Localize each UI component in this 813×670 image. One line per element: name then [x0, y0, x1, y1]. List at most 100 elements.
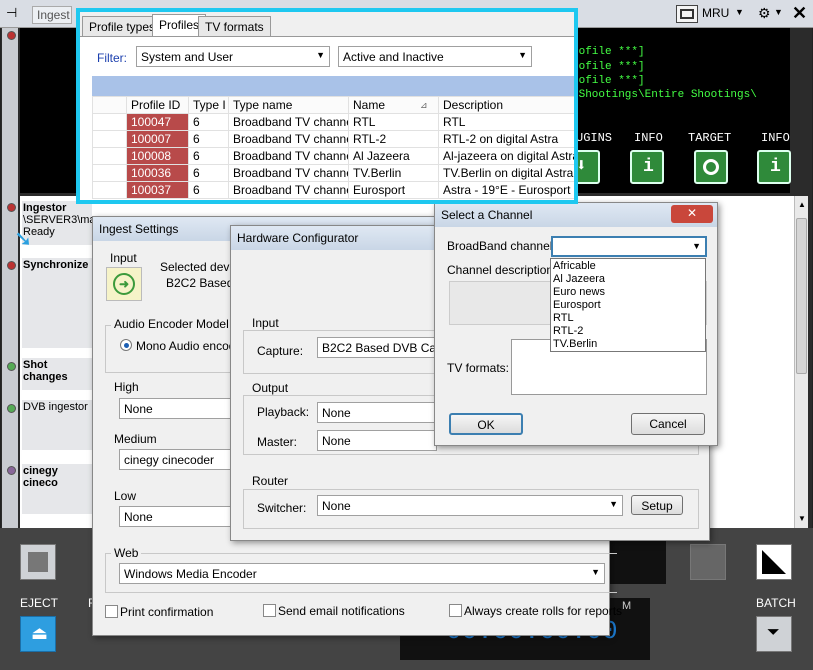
filter-status-select[interactable]: Active and Inactive ▼	[338, 46, 532, 67]
description-cell: RTL	[438, 113, 574, 131]
table-row[interactable]: 100037 6 Broadband TV channe Eurosport Astra…	[92, 181, 574, 199]
stop-icon	[28, 552, 48, 572]
layout-icon[interactable]	[676, 5, 698, 23]
description-cell: Astra - 19°E - Eurosport	[438, 181, 574, 199]
low-label: Low	[111, 489, 140, 503]
row-dvb-ingestor[interactable]: DVB ingestor	[22, 400, 92, 450]
tab-profile-types[interactable]: Profile types	[82, 16, 163, 36]
high-select[interactable]: None	[119, 398, 231, 419]
stop-button[interactable]	[20, 544, 56, 580]
tab-ingest[interactable]: Ingest	[32, 6, 72, 24]
broadband-channels-dropdown: Africable Al Jazeera Euro news Eurosport…	[550, 258, 706, 352]
capture-select[interactable]: B2C2 Based DVB Captur	[317, 337, 437, 358]
tab-tv-formats[interactable]: TV formats	[198, 16, 271, 36]
table-row[interactable]: 100008 6 Broadband TV channe Al Jazeera Al-j…	[92, 147, 574, 165]
table-row[interactable]: 100047 6 Broadband TV channe RTL RTL	[92, 113, 574, 131]
switcher-select[interactable]: None ▼	[317, 495, 623, 516]
column-description[interactable]: Description	[438, 96, 574, 114]
list-item[interactable]: Eurosport	[551, 299, 705, 312]
cancel-button[interactable]: Cancel	[631, 413, 705, 435]
row-header-corner	[92, 96, 127, 114]
print-confirmation-checkbox[interactable]	[105, 605, 118, 618]
split-icon	[762, 550, 786, 574]
close-button[interactable]: ✕	[671, 205, 713, 223]
settings-icon[interactable]: ⚙	[758, 5, 771, 22]
eject-button[interactable]: ⏏	[20, 616, 56, 652]
scroll-down-icon[interactable]: ▼	[798, 514, 806, 523]
scroll-up-icon[interactable]: ▲	[798, 200, 806, 209]
profile-id-cell: 100008	[126, 147, 189, 165]
playback-label: Playback:	[257, 405, 310, 419]
description-cell: TV.Berlin on digital Astra	[438, 164, 574, 182]
low-select[interactable]: None	[119, 506, 231, 527]
column-type-id[interactable]: Type I	[188, 96, 229, 114]
setup-button[interactable]: Setup	[631, 495, 683, 515]
row-ingestor[interactable]: Ingestor \SERVER3\ma Ready	[22, 201, 96, 245]
master-label: Master:	[257, 435, 298, 449]
medium-label: Medium	[111, 432, 160, 446]
name-cell: Al Jazeera	[348, 147, 439, 165]
scrollbar[interactable]: ▲ ▼	[794, 196, 808, 528]
arrow-pointer-icon: ➘	[14, 226, 33, 251]
column-type-name[interactable]: Type name	[228, 96, 349, 114]
disabled-button	[690, 544, 726, 580]
status-dot	[7, 404, 16, 413]
log-line: \Shootings\Entire Shootings\	[572, 89, 757, 101]
status-dot	[7, 31, 16, 40]
close-icon[interactable]: ✕	[792, 3, 807, 24]
log-line: rofile ***]	[572, 61, 645, 73]
send-email-checkbox[interactable]	[263, 604, 276, 617]
type-name-cell: Broadband TV channe	[228, 130, 349, 148]
chevron-down-icon: ▼	[609, 499, 618, 509]
ok-button[interactable]: OK	[449, 413, 523, 435]
name-cell: RTL-2	[348, 130, 439, 148]
row-shot-changes[interactable]: Shot changes	[22, 358, 92, 390]
table-header: Profile ID Type I Type name Name Descrip…	[92, 96, 574, 114]
select-channel-dialog: Select a Channel ✕ BroadBand channels: ▼…	[434, 202, 718, 446]
playback-select[interactable]: None	[317, 402, 437, 423]
high-label: High	[111, 380, 142, 394]
list-item[interactable]: Africable	[551, 260, 705, 273]
type-id-cell: 6	[188, 113, 229, 131]
column-profile-id[interactable]: Profile ID	[126, 96, 189, 114]
list-item[interactable]: RTL-2	[551, 325, 705, 338]
filter-status-value: Active and Inactive	[343, 50, 444, 64]
list-item[interactable]: TV.Berlin	[551, 338, 705, 351]
info-button[interactable]: i	[630, 150, 664, 184]
row-synchronize[interactable]: Synchronize	[22, 258, 92, 348]
target-icon	[703, 159, 719, 175]
eject-label: EJECT	[20, 596, 59, 610]
mono-audio-radio[interactable]	[120, 339, 132, 351]
list-item[interactable]: Euro news	[551, 286, 705, 299]
batch-button[interactable]: ⏷	[756, 616, 792, 652]
filter-owner-select[interactable]: System and User ▼	[136, 46, 330, 67]
table-row[interactable]: 100007 6 Broadband TV channe RTL-2 RTL-2 on …	[92, 130, 574, 148]
pin-icon[interactable]: ⊣	[6, 5, 17, 21]
list-item[interactable]: RTL	[551, 312, 705, 325]
always-create-checkbox[interactable]	[449, 604, 462, 617]
broadband-channels-select[interactable]: ▼	[551, 236, 707, 257]
table-row[interactable]: 100036 6 Broadband TV channe TV.Berlin TV.Be…	[92, 164, 574, 182]
eject-icon: ⏏	[31, 623, 49, 643]
target-button[interactable]	[694, 150, 728, 184]
mru-chevron-down-icon[interactable]: ▼	[735, 7, 744, 17]
profiles-window: Profile types Profiles TV formats Filter…	[76, 8, 578, 204]
info-icon: i	[770, 157, 781, 177]
scroll-thumb[interactable]	[796, 218, 807, 374]
description-cell: RTL-2 on digital Astra	[438, 130, 574, 148]
chevron-down-icon: ▼	[316, 50, 325, 60]
info-button-2[interactable]: i	[757, 150, 791, 184]
settings-chevron-down-icon[interactable]: ▼	[774, 7, 783, 17]
mru-label[interactable]: MRU	[702, 6, 729, 20]
chevron-down-icon: ▼	[591, 567, 600, 577]
input-button[interactable]: ➜	[106, 267, 142, 301]
name-cell: RTL	[348, 113, 439, 131]
master-select[interactable]: None	[317, 430, 437, 451]
medium-select[interactable]: cinegy cinecoder	[119, 449, 231, 470]
row-cinegy[interactable]: cinegy cineco	[22, 464, 92, 514]
input-label: Input	[110, 251, 137, 265]
web-label: Web	[111, 546, 142, 560]
web-select[interactable]: Windows Media Encoder ▼	[119, 563, 605, 584]
mode-button[interactable]	[756, 544, 792, 580]
list-item[interactable]: Al Jazeera	[551, 273, 705, 286]
